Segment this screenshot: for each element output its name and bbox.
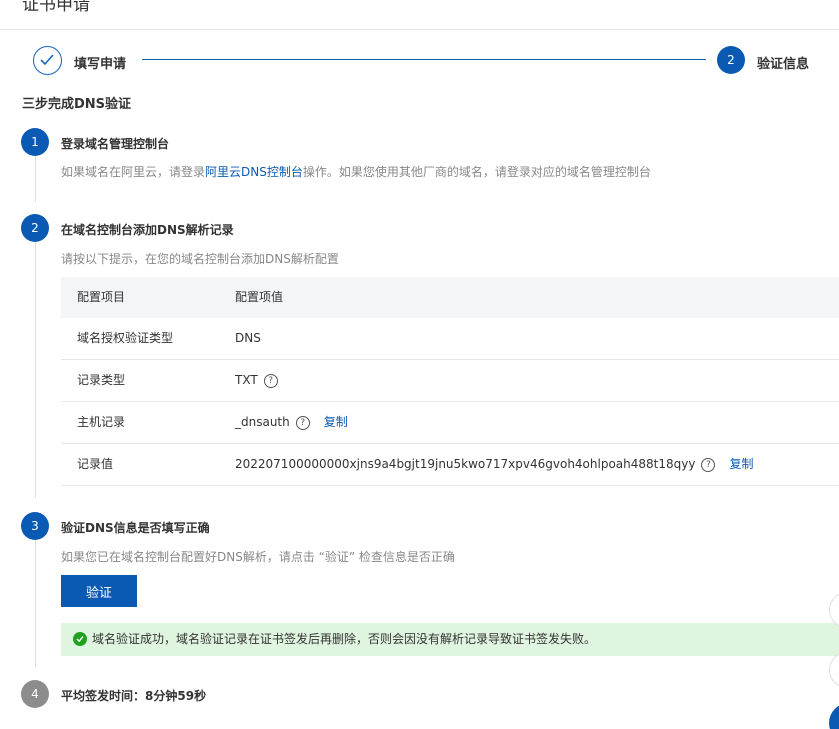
stepper-step2-number: 2 — [717, 46, 745, 74]
floating-help-button[interactable] — [829, 703, 839, 729]
table-row: 主机记录 _dnsauth? 复制 — [61, 402, 839, 444]
timeline-line — [35, 540, 36, 667]
step1-check-icon — [33, 46, 62, 75]
row-value: DNS — [235, 318, 261, 359]
success-check-icon — [73, 632, 87, 646]
average-issue-time: 平均签发时间：8分钟59秒 — [61, 687, 206, 704]
title-divider — [0, 29, 839, 30]
stepper-step1-label: 填写申请 — [74, 57, 127, 72]
success-alert: 域名验证成功，域名验证记录在证书签发后再删除，否则会因没有解析记录导致证书签发失… — [61, 623, 839, 656]
table-row: 记录类型 TXT? — [61, 360, 839, 402]
row-value-text: 202207100000000xjns9a4bgjt19jnu5kwo717xp… — [235, 457, 696, 471]
floating-tool-button[interactable] — [829, 652, 839, 688]
section-title: 三步完成DNS验证 — [22, 97, 132, 112]
avg-time-value: 8分钟59秒 — [145, 689, 207, 703]
timeline-line — [35, 242, 36, 498]
row-value: TXT? — [235, 360, 278, 401]
row-value: _dnsauth? 复制 — [235, 402, 348, 443]
help-icon[interactable]: ? — [295, 415, 310, 430]
row-item: 主机记录 — [77, 415, 126, 429]
step3-description: 如果您已在域名控制台配置好DNS解析，请点击 “验证” 检查信息是否正确 — [61, 550, 455, 564]
step2-title: 在域名控制台添加DNS解析记录 — [61, 223, 234, 237]
page-title: 证书申请 — [22, 0, 90, 15]
copy-host-record-button[interactable]: 复制 — [324, 415, 348, 429]
step1-desc-prefix: 如果域名在阿里云，请登录 — [61, 165, 206, 179]
help-icon[interactable]: ? — [263, 373, 278, 388]
stepper-connector — [142, 59, 706, 60]
table-row: 记录值 202207100000000xjns9a4bgjt19jnu5kwo7… — [61, 444, 839, 486]
copy-record-value-button[interactable]: 复制 — [729, 457, 753, 471]
step2-description: 请按以下提示，在您的域名控制台添加DNS解析配置 — [61, 252, 339, 266]
step1-title: 登录域名管理控制台 — [61, 137, 170, 151]
row-value: 202207100000000xjns9a4bgjt19jnu5kwo717xp… — [235, 444, 753, 485]
dns-console-link[interactable]: 阿里云DNS控制台 — [205, 165, 303, 179]
timeline-line — [35, 156, 36, 202]
step1-description: 如果域名在阿里云，请登录阿里云DNS控制台操作。如果您使用其他厂商的域名，请登录… — [61, 163, 651, 180]
help-icon[interactable]: ? — [701, 457, 716, 472]
row-item: 记录值 — [77, 457, 114, 471]
row-value-text: TXT — [235, 373, 258, 387]
table-row: 域名授权验证类型 DNS — [61, 318, 839, 360]
verify-button[interactable]: 验证 — [61, 575, 137, 607]
step-number-2: 2 — [21, 214, 49, 242]
step1-desc-suffix: 操作。如果您使用其他厂商的域名，请登录对应的域名管理控制台 — [302, 165, 651, 179]
avg-time-label: 平均签发时间： — [61, 689, 146, 703]
step-number-1: 1 — [21, 128, 49, 156]
step-number-3: 3 — [21, 512, 49, 540]
table-header: 配置项目 配置项值 — [61, 277, 839, 318]
row-item: 域名授权验证类型 — [77, 331, 174, 345]
stepper-step2-label: 验证信息 — [757, 57, 810, 72]
row-value-text: DNS — [235, 331, 261, 345]
row-item: 记录类型 — [77, 373, 126, 387]
success-message: 域名验证成功，域名验证记录在证书签发后再删除，否则会因没有解析记录导致证书签发失… — [92, 632, 597, 646]
dns-config-table: 配置项目 配置项值 域名授权验证类型 DNS 记录类型 TXT? 主机记录 _d… — [61, 277, 839, 486]
row-value-text: _dnsauth — [235, 415, 290, 429]
step3-title: 验证DNS信息是否填写正确 — [61, 521, 210, 535]
step-number-4: 4 — [21, 680, 49, 708]
column-header-value: 配置项值 — [235, 290, 284, 304]
column-header-item: 配置项目 — [77, 290, 126, 304]
